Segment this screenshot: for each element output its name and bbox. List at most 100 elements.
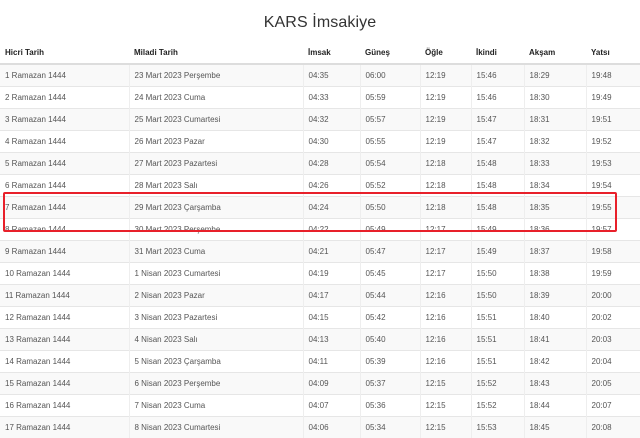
miladi-tarih-cell: 24 Mart 2023 Cuma: [129, 87, 303, 109]
gunes-cell: 06:00: [360, 64, 420, 87]
ikindi-cell: 15:52: [471, 373, 524, 395]
miladi-tarih-cell: 6 Nisan 2023 Perşembe: [129, 373, 303, 395]
hicri-tarih-cell: 4 Ramazan 1444: [0, 131, 129, 153]
ikindi-cell: 15:52: [471, 395, 524, 417]
ogle-cell: 12:15: [420, 395, 471, 417]
aksam-cell: 18:34: [524, 175, 586, 197]
imsak-cell: 04:21: [303, 241, 360, 263]
imsak-cell: 04:26: [303, 175, 360, 197]
ikindi-cell: 15:53: [471, 417, 524, 438]
page-title: KARS İmsakiye: [0, 14, 640, 32]
ogle-cell: 12:17: [420, 219, 471, 241]
yatsi-cell: 20:04: [586, 351, 640, 373]
header-yatsi: Yatsı: [586, 42, 640, 64]
table-row: 2 Ramazan 144424 Mart 2023 Cuma04:3305:5…: [0, 87, 640, 109]
gunes-cell: 05:54: [360, 153, 420, 175]
ogle-cell: 12:19: [420, 131, 471, 153]
ogle-cell: 12:18: [420, 153, 471, 175]
miladi-tarih-cell: 28 Mart 2023 Salı: [129, 175, 303, 197]
ogle-cell: 12:15: [420, 373, 471, 395]
hicri-tarih-cell: 10 Ramazan 1444: [0, 263, 129, 285]
imsak-cell: 04:17: [303, 285, 360, 307]
imsak-cell: 04:07: [303, 395, 360, 417]
imsak-cell: 04:11: [303, 351, 360, 373]
gunes-cell: 05:34: [360, 417, 420, 438]
yatsi-cell: 19:53: [586, 153, 640, 175]
miladi-tarih-cell: 30 Mart 2023 Perşembe: [129, 219, 303, 241]
imsak-cell: 04:09: [303, 373, 360, 395]
hicri-tarih-cell: 14 Ramazan 1444: [0, 351, 129, 373]
gunes-cell: 05:37: [360, 373, 420, 395]
aksam-cell: 18:40: [524, 307, 586, 329]
yatsi-cell: 19:49: [586, 87, 640, 109]
table-row: 17 Ramazan 14448 Nisan 2023 Cumartesi04:…: [0, 417, 640, 438]
aksam-cell: 18:42: [524, 351, 586, 373]
gunes-cell: 05:59: [360, 87, 420, 109]
miladi-tarih-cell: 29 Mart 2023 Çarşamba: [129, 197, 303, 219]
table-row: 8 Ramazan 144430 Mart 2023 Perşembe04:22…: [0, 219, 640, 241]
aksam-cell: 18:30: [524, 87, 586, 109]
ogle-cell: 12:16: [420, 329, 471, 351]
miladi-tarih-cell: 7 Nisan 2023 Cuma: [129, 395, 303, 417]
hicri-tarih-cell: 16 Ramazan 1444: [0, 395, 129, 417]
imsak-cell: 04:35: [303, 64, 360, 87]
ikindi-cell: 15:48: [471, 175, 524, 197]
aksam-cell: 18:41: [524, 329, 586, 351]
miladi-tarih-cell: 27 Mart 2023 Pazartesi: [129, 153, 303, 175]
yatsi-cell: 20:05: [586, 373, 640, 395]
ikindi-cell: 15:50: [471, 285, 524, 307]
aksam-cell: 18:44: [524, 395, 586, 417]
yatsi-cell: 20:02: [586, 307, 640, 329]
header-miladi-tarih: Miladi Tarih: [129, 42, 303, 64]
ogle-cell: 12:16: [420, 285, 471, 307]
ikindi-cell: 15:51: [471, 329, 524, 351]
table-header-row: Hicri Tarih Miladi Tarih İmsak Güneş Öğl…: [0, 42, 640, 64]
aksam-cell: 18:45: [524, 417, 586, 438]
ikindi-cell: 15:49: [471, 219, 524, 241]
aksam-cell: 18:38: [524, 263, 586, 285]
ogle-cell: 12:18: [420, 175, 471, 197]
imsak-cell: 04:28: [303, 153, 360, 175]
yatsi-cell: 19:55: [586, 197, 640, 219]
table-row: 6 Ramazan 144428 Mart 2023 Salı04:2605:5…: [0, 175, 640, 197]
table-row: 4 Ramazan 144426 Mart 2023 Pazar04:3005:…: [0, 131, 640, 153]
aksam-cell: 18:32: [524, 131, 586, 153]
yatsi-cell: 19:57: [586, 219, 640, 241]
imsak-cell: 04:30: [303, 131, 360, 153]
hicri-tarih-cell: 2 Ramazan 1444: [0, 87, 129, 109]
miladi-tarih-cell: 23 Mart 2023 Perşembe: [129, 64, 303, 87]
header-imsak: İmsak: [303, 42, 360, 64]
table-row: 14 Ramazan 14445 Nisan 2023 Çarşamba04:1…: [0, 351, 640, 373]
yatsi-cell: 19:51: [586, 109, 640, 131]
table-row: 7 Ramazan 144429 Mart 2023 Çarşamba04:24…: [0, 197, 640, 219]
imsak-cell: 04:32: [303, 109, 360, 131]
gunes-cell: 05:44: [360, 285, 420, 307]
ikindi-cell: 15:48: [471, 153, 524, 175]
aksam-cell: 18:36: [524, 219, 586, 241]
ogle-cell: 12:15: [420, 417, 471, 438]
miladi-tarih-cell: 5 Nisan 2023 Çarşamba: [129, 351, 303, 373]
ikindi-cell: 15:51: [471, 307, 524, 329]
hicri-tarih-cell: 15 Ramazan 1444: [0, 373, 129, 395]
yatsi-cell: 19:58: [586, 241, 640, 263]
miladi-tarih-cell: 26 Mart 2023 Pazar: [129, 131, 303, 153]
miladi-tarih-cell: 1 Nisan 2023 Cumartesi: [129, 263, 303, 285]
aksam-cell: 18:31: [524, 109, 586, 131]
imsak-cell: 04:13: [303, 329, 360, 351]
table-row: 11 Ramazan 14442 Nisan 2023 Pazar04:1705…: [0, 285, 640, 307]
header-ikindi: İkindi: [471, 42, 524, 64]
imsak-cell: 04:19: [303, 263, 360, 285]
aksam-cell: 18:43: [524, 373, 586, 395]
imsak-cell: 04:24: [303, 197, 360, 219]
gunes-cell: 05:42: [360, 307, 420, 329]
ogle-cell: 12:17: [420, 263, 471, 285]
hicri-tarih-cell: 5 Ramazan 1444: [0, 153, 129, 175]
miladi-tarih-cell: 25 Mart 2023 Cumartesi: [129, 109, 303, 131]
hicri-tarih-cell: 12 Ramazan 1444: [0, 307, 129, 329]
miladi-tarih-cell: 4 Nisan 2023 Salı: [129, 329, 303, 351]
table-row: 5 Ramazan 144427 Mart 2023 Pazartesi04:2…: [0, 153, 640, 175]
imsakiye-table: Hicri Tarih Miladi Tarih İmsak Güneş Öğl…: [0, 42, 640, 438]
table-row: 1 Ramazan 144423 Mart 2023 Perşembe04:35…: [0, 64, 640, 87]
table-row: 15 Ramazan 14446 Nisan 2023 Perşembe04:0…: [0, 373, 640, 395]
table-row: 10 Ramazan 14441 Nisan 2023 Cumartesi04:…: [0, 263, 640, 285]
